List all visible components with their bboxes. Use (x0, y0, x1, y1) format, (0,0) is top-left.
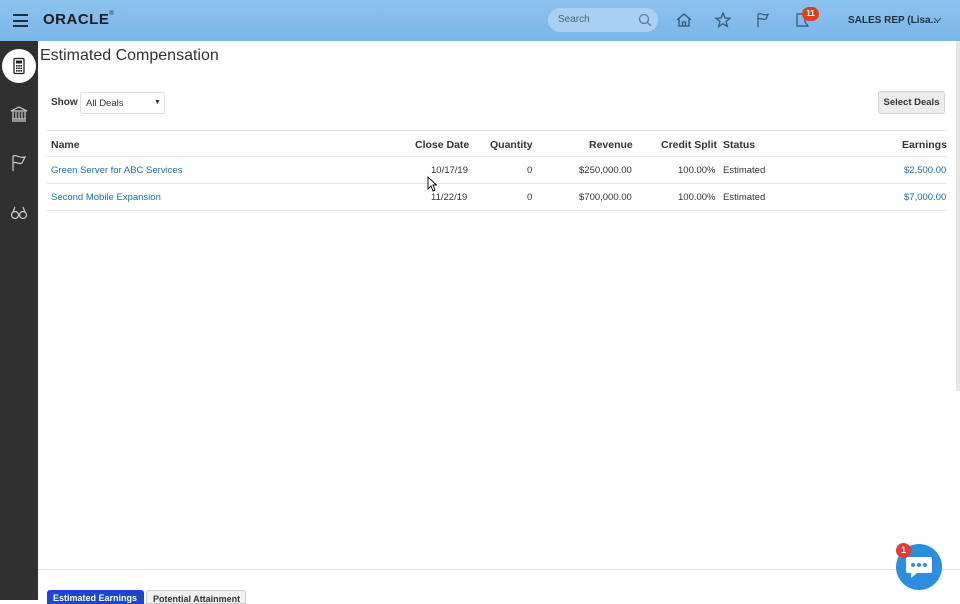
user-menu[interactable]: SALES REP (Lisa... (848, 15, 939, 26)
chat-badge: 1 (896, 543, 911, 558)
deal-name-link[interactable]: Second Mobile Expansion (51, 192, 161, 203)
column-header-name[interactable]: Name (51, 139, 80, 151)
page-title: Estimated Compensation (40, 47, 219, 64)
close-date-cell: 10/17/19 (431, 165, 468, 176)
bank-icon (10, 106, 28, 122)
revenue-cell: $250,000.00 (579, 165, 632, 176)
table-header: Name Close Date Quantity Revenue Credit … (47, 130, 947, 157)
show-filter-value: All Deals (86, 98, 124, 109)
table-row: Second Mobile Expansion 11/22/19 0 $700,… (47, 184, 947, 211)
column-header-credit-split[interactable]: Credit Split (661, 139, 717, 151)
favorites-star-icon[interactable] (714, 11, 732, 29)
close-date-cell: 11/22/19 (431, 192, 468, 203)
rail-item-goals[interactable] (2, 146, 36, 180)
search-input[interactable]: Search (548, 8, 658, 32)
rail-item-explore[interactable] (2, 196, 36, 230)
top-bar: ORACLE® Search 11 SALES REP (Lisa... (0, 0, 960, 41)
chevron-down-icon[interactable] (933, 17, 942, 23)
search-placeholder: Search (558, 14, 590, 25)
main-content: Estimated Compensation Show All Deals ▼ … (38, 41, 960, 604)
revenue-cell: $700,000.00 (579, 192, 632, 203)
column-header-revenue[interactable]: Revenue (589, 139, 633, 151)
column-header-status[interactable]: Status (723, 139, 755, 151)
binoculars-icon (10, 206, 28, 220)
quantity-cell: 0 (527, 192, 533, 203)
flag-icon[interactable] (754, 11, 772, 29)
vertical-scrollbar[interactable] (956, 41, 960, 391)
rail-item-bank[interactable] (2, 97, 36, 131)
home-icon[interactable] (675, 11, 693, 29)
deal-name-link[interactable]: Green Server for ABC Services (51, 165, 182, 176)
tab-estimated-earnings[interactable]: Estimated Earnings (47, 590, 144, 604)
search-icon[interactable] (637, 12, 653, 28)
column-header-close-date[interactable]: Close Date (415, 139, 469, 151)
tab-potential-attainment[interactable]: Potential Attainment (146, 590, 246, 604)
show-filter-select[interactable]: All Deals ▼ (80, 92, 165, 114)
oracle-logo[interactable]: ORACLE® (43, 11, 114, 28)
notification-count-badge: 11 (802, 7, 819, 21)
earnings-link[interactable]: $7,000.00 (904, 192, 946, 203)
show-filter-label: Show (51, 97, 78, 108)
caret-down-icon: ▼ (154, 99, 161, 106)
credit-split-cell: 100.00% (678, 165, 716, 176)
credit-split-cell: 100.00% (678, 192, 716, 203)
calculator-icon (13, 57, 25, 75)
earnings-link[interactable]: $2,500.00 (904, 165, 946, 176)
select-deals-button[interactable]: Select Deals (878, 91, 945, 114)
status-cell: Estimated (723, 192, 766, 203)
left-navigation-rail (0, 41, 38, 600)
column-header-earnings[interactable]: Earnings (902, 139, 947, 151)
status-cell: Estimated (723, 165, 766, 176)
flag-icon (12, 154, 27, 171)
menu-icon[interactable] (13, 14, 28, 27)
chat-bubble-icon (906, 557, 932, 578)
quantity-cell: 0 (527, 165, 533, 176)
mouse-cursor-icon (427, 176, 437, 192)
footer-divider (38, 569, 960, 570)
table-row: Green Server for ABC Services 10/17/19 0… (47, 157, 947, 184)
rail-item-calculator[interactable] (2, 49, 36, 83)
column-header-quantity[interactable]: Quantity (490, 139, 533, 151)
